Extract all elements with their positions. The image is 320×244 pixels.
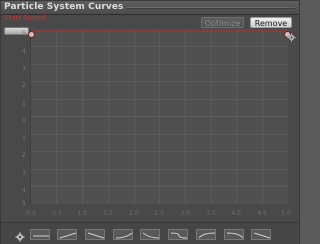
curve-name-label: Start Speed bbox=[4, 14, 46, 22]
x-tick-label: 3.5 bbox=[206, 210, 216, 217]
x-tick-label: 1.0 bbox=[77, 210, 87, 217]
grid-line bbox=[31, 169, 288, 170]
title-bar[interactable]: Particle System Curves bbox=[1, 1, 299, 15]
optimize-button[interactable]: Optimize bbox=[201, 17, 244, 28]
toolbar: Optimize Remove bbox=[1, 15, 299, 29]
y-tick-label: 5 bbox=[22, 200, 26, 207]
ramp-up-icon[interactable] bbox=[57, 229, 77, 240]
y-tick-label: 2 bbox=[22, 152, 26, 159]
curve-line[interactable] bbox=[28, 31, 291, 38]
x-tick-label: 0.0 bbox=[26, 210, 36, 217]
y-tick-label: 5 bbox=[22, 30, 26, 37]
y-tick-label: 3 bbox=[22, 65, 26, 72]
y-tick-label: 0 bbox=[22, 117, 26, 124]
grid-line bbox=[31, 116, 288, 117]
grid-line bbox=[31, 151, 288, 152]
x-tick-label: 4.0 bbox=[231, 210, 241, 217]
x-tick-label: 2.5 bbox=[154, 210, 164, 217]
window-title: Particle System Curves bbox=[4, 2, 124, 12]
grid-line bbox=[31, 46, 288, 47]
s-curve-icon[interactable] bbox=[168, 229, 188, 240]
ease-in-icon[interactable] bbox=[113, 229, 133, 240]
y-tick-label: 1 bbox=[22, 100, 26, 107]
preset-bar bbox=[1, 222, 299, 244]
particle-system-curves-window: Particle System Curves Optimize Remove S… bbox=[0, 0, 300, 244]
grid-line bbox=[31, 99, 288, 100]
gear-icon[interactable] bbox=[15, 232, 25, 242]
x-tick-label: 5.0 bbox=[281, 210, 291, 217]
ramp-down-icon[interactable] bbox=[85, 229, 105, 240]
curve-key-start[interactable] bbox=[28, 31, 35, 38]
title-divider bbox=[127, 7, 295, 9]
x-tick-label: 0.5 bbox=[52, 210, 62, 217]
y-tick-label: 4 bbox=[22, 187, 26, 194]
curve-icon[interactable] bbox=[251, 229, 271, 240]
y-tick-label: 3 bbox=[22, 170, 26, 177]
gear-icon[interactable] bbox=[287, 33, 296, 42]
grid-line bbox=[31, 134, 288, 135]
ramp-down-icon[interactable] bbox=[224, 229, 244, 240]
remove-button[interactable]: Remove bbox=[250, 17, 292, 28]
ease-out-icon[interactable] bbox=[140, 229, 160, 240]
x-tick-label: 1.5 bbox=[103, 210, 113, 217]
x-tick-label: 4.5 bbox=[257, 210, 267, 217]
grid-line bbox=[31, 186, 288, 187]
x-tick-label: 3.0 bbox=[180, 210, 190, 217]
curve-editor-plot[interactable] bbox=[28, 29, 291, 204]
ramp-up-icon[interactable] bbox=[196, 229, 216, 240]
grid-line bbox=[31, 81, 288, 82]
y-tick-label: 2 bbox=[22, 82, 26, 89]
y-tick-label: 4 bbox=[22, 48, 26, 55]
y-tick-label: 1 bbox=[22, 135, 26, 142]
x-tick-label: 2.0 bbox=[129, 210, 139, 217]
grid-line bbox=[31, 64, 288, 65]
flat-curve-icon[interactable] bbox=[30, 229, 50, 240]
